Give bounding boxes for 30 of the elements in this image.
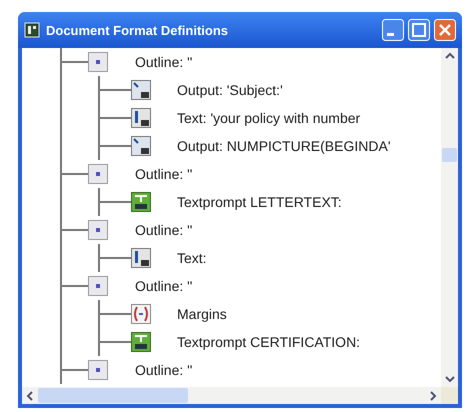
scroll-thumb[interactable]	[38, 388, 188, 403]
node-label[interactable]: Text: 'your policy with number	[177, 110, 360, 126]
scroll-thumb[interactable]	[442, 148, 457, 162]
outline-node-icon	[88, 360, 108, 380]
horizontal-scrollbar[interactable]	[22, 387, 458, 404]
prompt-node-icon	[131, 332, 151, 352]
outline-node-icon	[88, 52, 108, 72]
node-label[interactable]: Textprompt LETTERTEXT:	[177, 194, 342, 210]
minimize-button[interactable]	[382, 19, 404, 41]
node-label[interactable]: Text:	[177, 250, 207, 266]
maximize-button[interactable]	[408, 19, 430, 41]
outline-node-icon	[88, 164, 108, 184]
vertical-scrollbar[interactable]	[441, 48, 458, 387]
node-label[interactable]: Outline: ''	[135, 166, 192, 182]
app-icon	[24, 22, 40, 38]
margins-node-icon	[131, 304, 151, 324]
node-label[interactable]: Outline: ''	[135, 222, 192, 238]
outline-node-icon	[88, 276, 108, 296]
prompt-node-icon	[131, 192, 151, 212]
outline-node-icon	[88, 220, 108, 240]
node-label[interactable]: Output: NUMPICTURE(BEGINDA'	[177, 138, 390, 154]
scrollbar-corner	[441, 387, 458, 404]
node-label[interactable]: Outline: ''	[135, 54, 192, 70]
node-label[interactable]: Outline: ''	[135, 278, 192, 294]
node-label[interactable]: Textprompt CERTIFICATION:	[177, 334, 360, 350]
close-button[interactable]	[434, 19, 456, 41]
node-label[interactable]: Outline: ''	[135, 362, 192, 378]
node-label[interactable]: Output: 'Subject:'	[177, 82, 283, 98]
window-title: Document Format Definitions	[46, 22, 230, 38]
node-label[interactable]: Margins	[177, 306, 227, 322]
